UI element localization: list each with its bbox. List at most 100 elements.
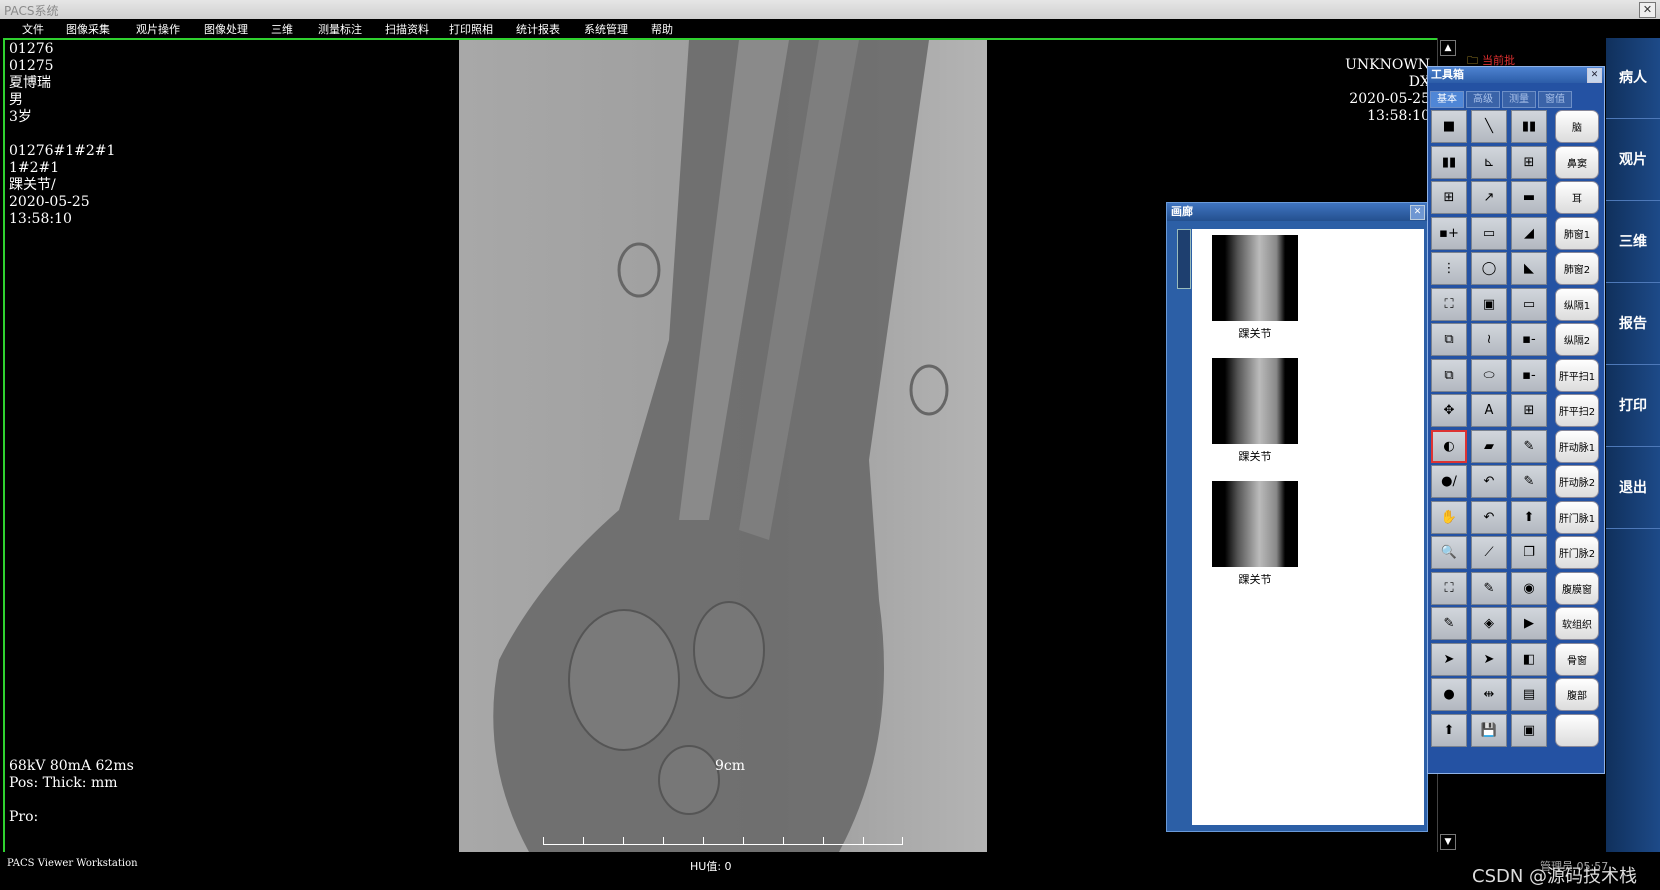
tool-button-4-1[interactable]: ◯ xyxy=(1471,252,1507,285)
window-preset-button[interactable]: 肝动脉2 xyxy=(1555,465,1599,498)
gallery-thumbnail[interactable]: 踝关节 xyxy=(1212,481,1298,587)
sidebar-item-report[interactable]: 报告 xyxy=(1606,284,1660,365)
tool-button-13-0[interactable]: ⛶ xyxy=(1431,571,1467,605)
window-preset-button[interactable]: 骨窗 xyxy=(1555,642,1599,676)
tab-basic[interactable]: 基本 xyxy=(1430,91,1464,108)
tool-button-4-0[interactable]: ⋮ xyxy=(1431,252,1467,285)
close-icon[interactable]: ✕ xyxy=(1410,205,1425,220)
tool-button-5-0[interactable]: ⛶ xyxy=(1431,287,1467,321)
window-preset-button[interactable]: 纵隔1 xyxy=(1555,287,1599,321)
tool-button-7-0[interactable]: ⧉ xyxy=(1431,358,1467,392)
menu-system[interactable]: 系统管理 xyxy=(584,21,628,37)
menu-viewing[interactable]: 观片操作 xyxy=(136,21,180,37)
tool-button-17-1[interactable]: 💾 xyxy=(1471,713,1507,747)
tool-button-5-2[interactable]: ▭ xyxy=(1511,287,1547,321)
tool-button-3-2[interactable]: ◢ xyxy=(1511,216,1547,250)
thumbnail-image[interactable] xyxy=(1212,481,1298,567)
thumbnail-image[interactable] xyxy=(1212,235,1298,321)
menu-image-processing[interactable]: 图像处理 xyxy=(204,21,248,37)
tool-button-6-0[interactable]: ⧉ xyxy=(1431,323,1467,356)
tab-advanced[interactable]: 高级 xyxy=(1466,91,1500,108)
tool-button-5-1[interactable]: ▣ xyxy=(1471,287,1507,321)
tool-button-9-2[interactable]: ✎ xyxy=(1511,429,1547,463)
menu-measure[interactable]: 测量标注 xyxy=(318,21,362,37)
gallery-thumbnail[interactable]: 踝关节 xyxy=(1212,358,1298,464)
tool-button-8-1[interactable]: A xyxy=(1471,394,1507,427)
window-preset-button[interactable]: 肝平扫2 xyxy=(1555,394,1599,427)
tool-button-1-0[interactable]: ▮▮ xyxy=(1431,145,1467,179)
menu-reports[interactable]: 统计报表 xyxy=(516,21,560,37)
tool-button-10-0[interactable]: ●∕ xyxy=(1431,465,1467,498)
window-preset-button[interactable]: 肝门脉2 xyxy=(1555,536,1599,569)
tool-button-3-1[interactable]: ▭ xyxy=(1471,216,1507,250)
tool-button-16-0[interactable]: ● xyxy=(1431,678,1467,711)
tool-button-9-0[interactable]: ◐ xyxy=(1431,429,1467,463)
tool-button-13-1[interactable]: ✎ xyxy=(1471,571,1507,605)
tool-button-0-1[interactable]: ╲ xyxy=(1471,110,1507,143)
tool-button-2-1[interactable]: ↗ xyxy=(1471,181,1507,214)
sidebar-item-print[interactable]: 打印 xyxy=(1606,366,1660,447)
window-preset-button[interactable]: 软组织 xyxy=(1555,607,1599,640)
window-preset-button[interactable]: 腹部 xyxy=(1555,678,1599,711)
tool-button-11-1[interactable]: ↶ xyxy=(1471,500,1507,534)
tool-button-16-2[interactable]: ▤ xyxy=(1511,678,1547,711)
menu-3d[interactable]: 三维 xyxy=(271,21,293,37)
tool-button-0-0[interactable]: ■ xyxy=(1431,110,1467,143)
tool-button-1-1[interactable]: ⊾ xyxy=(1471,145,1507,179)
tool-button-0-2[interactable]: ▮▮ xyxy=(1511,110,1547,143)
tool-button-8-2[interactable]: ⊞ xyxy=(1511,394,1547,427)
sidebar-item-exit[interactable]: 退出 xyxy=(1606,448,1660,529)
scroll-up-icon[interactable]: ▲ xyxy=(1440,40,1456,56)
thumbnail-image[interactable] xyxy=(1212,358,1298,444)
menu-help[interactable]: 帮助 xyxy=(651,21,673,37)
tool-button-8-0[interactable]: ✥ xyxy=(1431,394,1467,427)
sidebar-item-patient[interactable]: 病人 xyxy=(1606,38,1660,119)
tool-button-11-0[interactable]: ✋ xyxy=(1431,500,1467,534)
tool-button-13-2[interactable]: ◉ xyxy=(1511,571,1547,605)
window-preset-button[interactable]: 肺窗2 xyxy=(1555,252,1599,285)
tool-button-11-2[interactable]: ⬆ xyxy=(1511,500,1547,534)
window-preset-button[interactable]: 肝平扫1 xyxy=(1555,358,1599,392)
window-preset-button[interactable]: 腹膜窗 xyxy=(1555,571,1599,605)
tool-button-14-0[interactable]: ✎ xyxy=(1431,607,1467,640)
gallery-thumbnail[interactable]: 踝关节 xyxy=(1212,235,1298,341)
window-preset-button[interactable]: 肝动脉1 xyxy=(1555,429,1599,463)
tool-button-9-1[interactable]: ▰ xyxy=(1471,429,1507,463)
tool-button-12-0[interactable]: 🔍 xyxy=(1431,536,1467,569)
sidebar-item-viewing[interactable]: 观片 xyxy=(1606,120,1660,201)
tool-button-17-2[interactable]: ▣ xyxy=(1511,713,1547,747)
sidebar-item-3d[interactable]: 三维 xyxy=(1606,202,1660,283)
menu-file[interactable]: 文件 xyxy=(22,21,44,37)
scroll-down-icon[interactable]: ▼ xyxy=(1440,834,1456,850)
xray-image[interactable] xyxy=(459,40,987,852)
window-preset-button[interactable]: 脑 xyxy=(1555,110,1599,143)
menu-scan-data[interactable]: 扫描资料 xyxy=(385,21,429,37)
tool-button-16-1[interactable]: ⇹ xyxy=(1471,678,1507,711)
tool-button-15-0[interactable]: ➤ xyxy=(1431,642,1467,676)
tool-button-7-2[interactable]: ▪- xyxy=(1511,358,1547,392)
tool-button-4-2[interactable]: ◣ xyxy=(1511,252,1547,285)
tool-button-2-2[interactable]: ▬ xyxy=(1511,181,1547,214)
window-preset-button[interactable]: 耳 xyxy=(1555,181,1599,214)
window-preset-button[interactable]: 鼻窦 xyxy=(1555,145,1599,179)
tool-button-10-2[interactable]: ✎ xyxy=(1511,465,1547,498)
menu-image-capture[interactable]: 图像采集 xyxy=(66,21,110,37)
tool-button-12-1[interactable]: ⟋ xyxy=(1471,536,1507,569)
tool-button-7-1[interactable]: ⬭ xyxy=(1471,358,1507,392)
tool-button-3-0[interactable]: ▪+ xyxy=(1431,216,1467,250)
tool-button-2-0[interactable]: ⊞ xyxy=(1431,181,1467,214)
tool-button-14-2[interactable]: ▶ xyxy=(1511,607,1547,640)
window-preset-button[interactable] xyxy=(1555,713,1599,747)
window-preset-button[interactable]: 肝门脉1 xyxy=(1555,500,1599,534)
close-window-button[interactable]: ✕ xyxy=(1639,2,1656,18)
tool-button-12-2[interactable]: ❐ xyxy=(1511,536,1547,569)
menu-print[interactable]: 打印照相 xyxy=(449,21,493,37)
tab-measure[interactable]: 测量 xyxy=(1502,91,1536,108)
tab-window[interactable]: 窗值 xyxy=(1538,91,1572,108)
close-icon[interactable]: ✕ xyxy=(1587,68,1602,83)
tool-button-15-2[interactable]: ◧ xyxy=(1511,642,1547,676)
tool-button-14-1[interactable]: ◈ xyxy=(1471,607,1507,640)
tool-button-15-1[interactable]: ➤ xyxy=(1471,642,1507,676)
tool-button-6-1[interactable]: ≀ xyxy=(1471,323,1507,356)
tool-button-6-2[interactable]: ▪- xyxy=(1511,323,1547,356)
